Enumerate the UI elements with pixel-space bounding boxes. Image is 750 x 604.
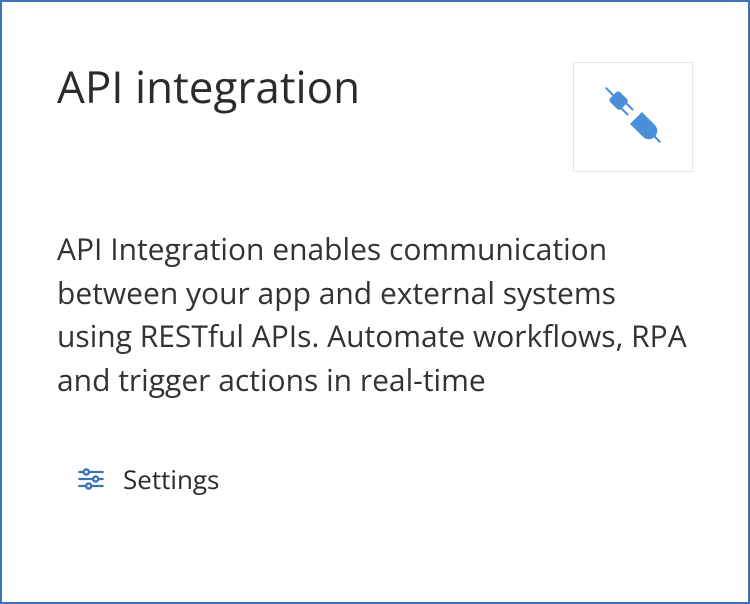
plug-icon	[598, 80, 668, 155]
card-title: API integration	[57, 62, 360, 110]
settings-label: Settings	[123, 461, 219, 497]
api-integration-card: API integration API Inte	[0, 0, 750, 604]
sliders-icon	[77, 465, 105, 493]
card-header: API integration	[57, 62, 693, 172]
settings-link[interactable]: Settings	[77, 461, 693, 497]
card-icon-container	[573, 62, 693, 172]
card-description: API Integration enables communication be…	[57, 227, 693, 401]
